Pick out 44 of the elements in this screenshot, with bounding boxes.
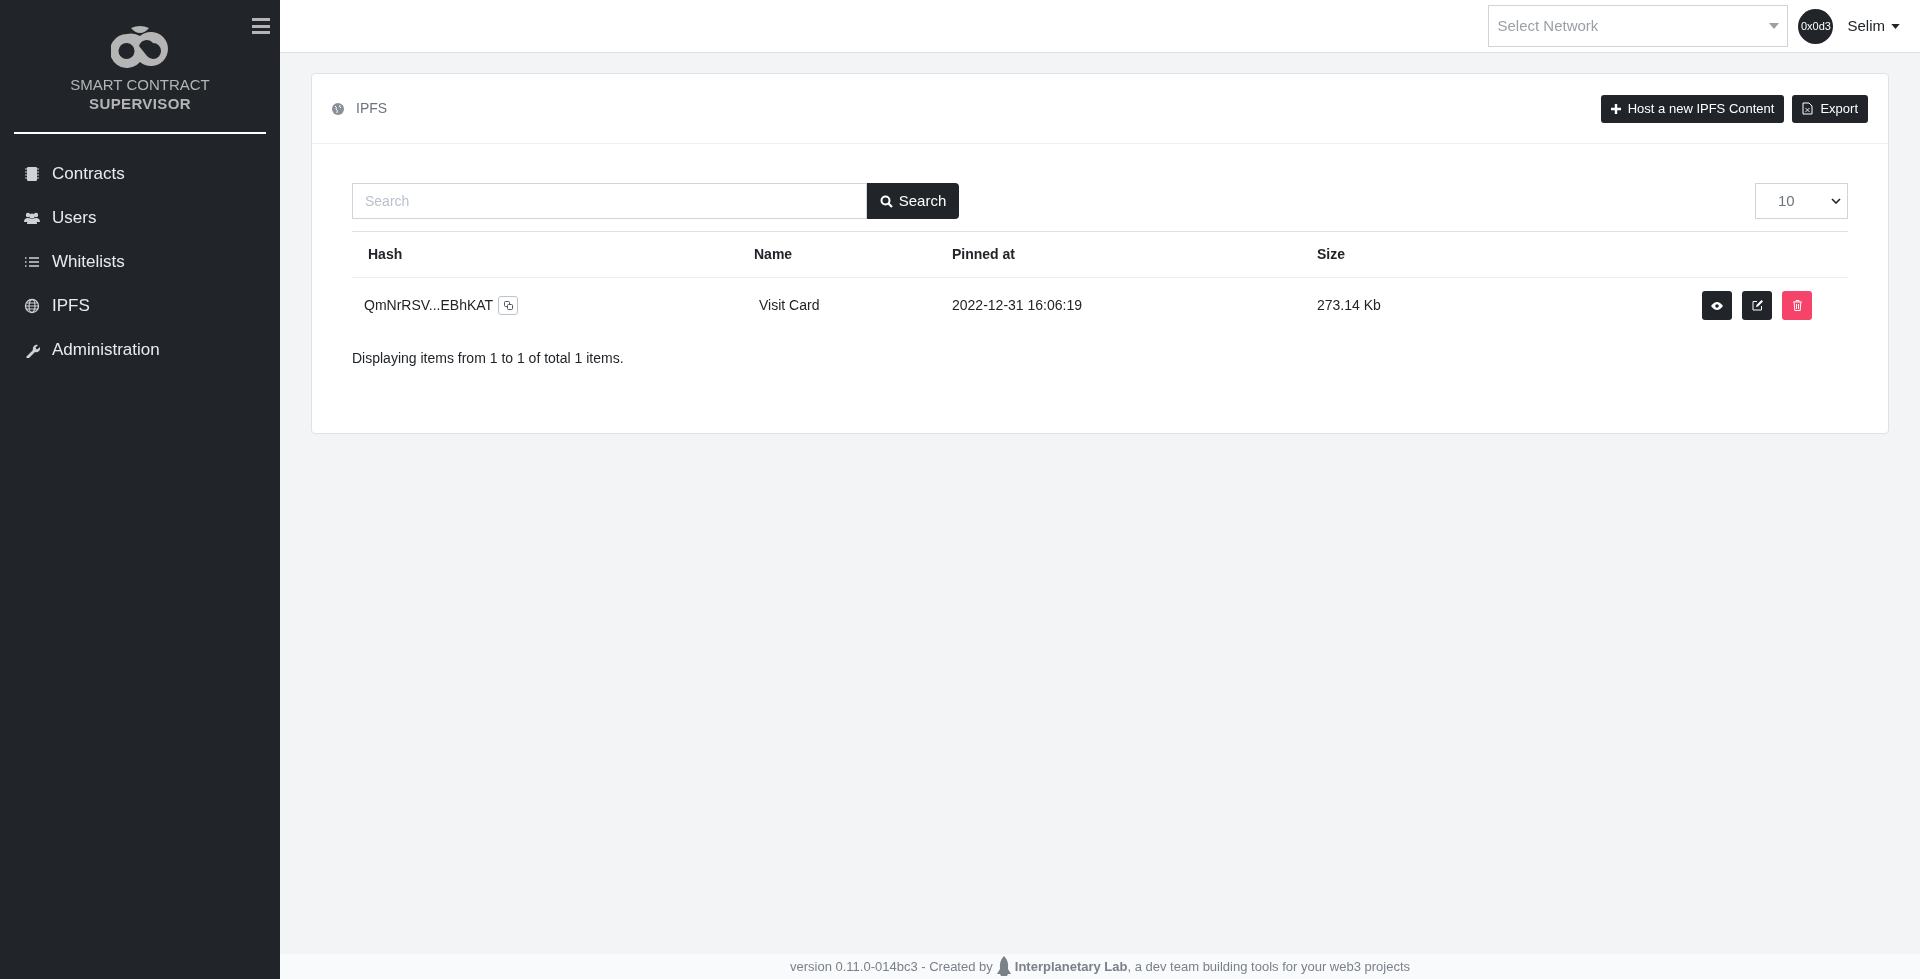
pagination-summary: Displaying items from 1 to 1 of total 1 items. bbox=[352, 348, 625, 368]
caret-icon bbox=[1769, 23, 1780, 29]
size-cell: 273.14 Kb bbox=[1317, 277, 1497, 334]
chip-icon bbox=[24, 165, 40, 182]
name-cell: Visit Card bbox=[754, 277, 952, 334]
trash-icon bbox=[1792, 300, 1802, 312]
brand-name: SMART CONTRACT bbox=[70, 76, 210, 95]
add-content-button[interactable]: Host a new IPFS Content bbox=[1600, 94, 1785, 123]
menu-icon[interactable] bbox=[252, 18, 270, 34]
column-header: Hash bbox=[352, 231, 754, 278]
page-size-select[interactable]: 10 bbox=[1755, 183, 1848, 219]
logo-icon bbox=[111, 26, 169, 68]
file-icon bbox=[1802, 102, 1814, 115]
hash-cell-text: QmNrRSV...EBhKAT bbox=[364, 296, 494, 316]
card-title: IPFS bbox=[356, 99, 388, 118]
search-field[interactable]: Search bbox=[352, 183, 867, 219]
brand-subtitle: SUPERVISOR bbox=[89, 94, 191, 114]
column-header: Name bbox=[754, 231, 952, 278]
search-icon bbox=[879, 194, 893, 208]
plus-icon bbox=[1610, 103, 1621, 114]
column-header: Size bbox=[1317, 231, 1497, 278]
rocket-icon bbox=[996, 955, 1011, 978]
delete-button[interactable] bbox=[1782, 291, 1812, 321]
column-header: Pinned at bbox=[952, 231, 1317, 278]
chevron-icon bbox=[1831, 198, 1841, 204]
export-button[interactable]: Export bbox=[1792, 94, 1868, 123]
copy-button[interactable] bbox=[498, 296, 519, 316]
view-button[interactable] bbox=[1702, 291, 1732, 321]
sidebar-item[interactable]: Users bbox=[24, 202, 256, 233]
eye-icon bbox=[1711, 301, 1723, 310]
caret-icon bbox=[1891, 23, 1900, 29]
search-button[interactable]: Search bbox=[867, 183, 959, 219]
sidebar-item[interactable]: Administration bbox=[24, 334, 256, 365]
sidebar-item[interactable]: Contracts bbox=[24, 158, 256, 189]
sidebar-item[interactable]: Whitelists bbox=[24, 246, 256, 277]
avatar[interactable]: 0x0d3 bbox=[1798, 8, 1834, 44]
edit-icon bbox=[1751, 300, 1763, 312]
date-cell: 2022-12-31 16:06:19 bbox=[952, 277, 1317, 334]
sidebar-item[interactable]: IPFS bbox=[24, 290, 256, 321]
edit-button[interactable] bbox=[1742, 291, 1772, 321]
user-menu[interactable]: Selim bbox=[1847, 14, 1900, 38]
copy-icon bbox=[503, 301, 513, 311]
footer-text: version 0.11.0-014bc3 - Created by bbox=[789, 957, 993, 976]
footer-credit: Interplanetary Lab, a dev team building tools for your web3 projects bbox=[1014, 957, 1411, 976]
